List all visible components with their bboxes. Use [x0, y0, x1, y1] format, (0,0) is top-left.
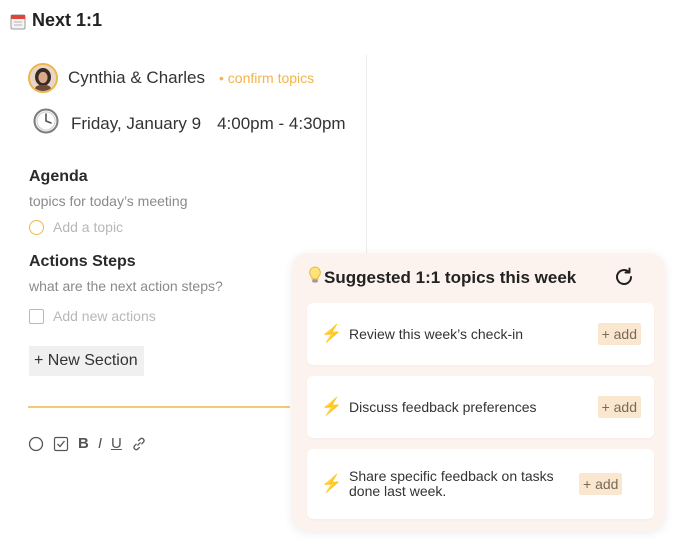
suggestion-item[interactable]: ⚡ Review this week’s check-in + add [307, 303, 654, 365]
add-suggestion-button[interactable]: + add [597, 396, 641, 418]
link-icon[interactable] [131, 436, 147, 452]
add-suggestion-button[interactable]: + add [597, 323, 641, 345]
bold-button[interactable]: B [78, 435, 89, 452]
suggestion-text: Share specific feedback on tasks done la… [349, 468, 554, 499]
suggestion-text: Review this week’s check-in [349, 325, 524, 342]
participants-row: Cynthia & Charles • confirm topics [28, 63, 314, 93]
agenda-subtitle: topics for today’s meeting [29, 193, 188, 209]
action-checkbox[interactable] [29, 308, 44, 324]
page-title-row: Next 1:1 [10, 10, 102, 31]
meeting-time: 4:00pm - 4:30pm [217, 113, 346, 133]
suggestion-text: Discuss feedback preferences [349, 398, 537, 415]
underline-button[interactable]: U [111, 435, 122, 452]
add-topic-row[interactable]: Add a topic [29, 219, 123, 235]
suggestion-item[interactable]: ⚡ Share specific feedback on tasks done … [307, 449, 654, 519]
refresh-icon[interactable] [613, 266, 635, 288]
lightning-icon: ⚡ [321, 474, 343, 493]
add-topic-placeholder[interactable]: Add a topic [53, 219, 123, 235]
lightning-icon: ⚡ [321, 324, 343, 343]
lightbulb-icon [308, 266, 322, 289]
column-divider [366, 55, 367, 255]
confirm-topics-link[interactable]: • confirm topics [219, 70, 314, 86]
add-action-placeholder[interactable]: Add new actions [53, 308, 156, 324]
editor-divider [28, 406, 290, 408]
topic-radio[interactable] [29, 219, 44, 235]
actions-heading: Actions Steps [29, 253, 136, 270]
radio-format-icon[interactable] [28, 436, 44, 452]
agenda-heading: Agenda [29, 168, 88, 185]
format-toolbar: B I U [28, 435, 147, 452]
add-suggestion-button[interactable]: + add [579, 473, 623, 495]
meeting-date: Friday, January 9 [71, 113, 202, 133]
clock-icon [33, 108, 59, 139]
new-section-button[interactable]: + New Section [29, 346, 144, 376]
actions-subtitle: what are the next action steps? [29, 278, 223, 294]
add-action-row[interactable]: Add new actions [29, 308, 156, 324]
page-title: Next 1:1 [32, 10, 103, 30]
participants-names: Cynthia & Charles [68, 68, 206, 87]
italic-button[interactable]: I [98, 435, 102, 452]
suggested-topics-header: Suggested 1:1 topics this week [308, 266, 576, 289]
lightning-icon: ⚡ [321, 397, 343, 416]
suggested-topics-title: Suggested 1:1 topics this week [324, 267, 577, 287]
checkbox-format-icon[interactable] [53, 436, 69, 452]
avatar[interactable] [28, 63, 58, 93]
calendar-icon [10, 13, 26, 29]
meeting-time-row: Friday, January 9 4:00pm - 4:30pm [33, 108, 346, 139]
suggestion-item[interactable]: ⚡ Discuss feedback preferences + add [307, 376, 654, 438]
